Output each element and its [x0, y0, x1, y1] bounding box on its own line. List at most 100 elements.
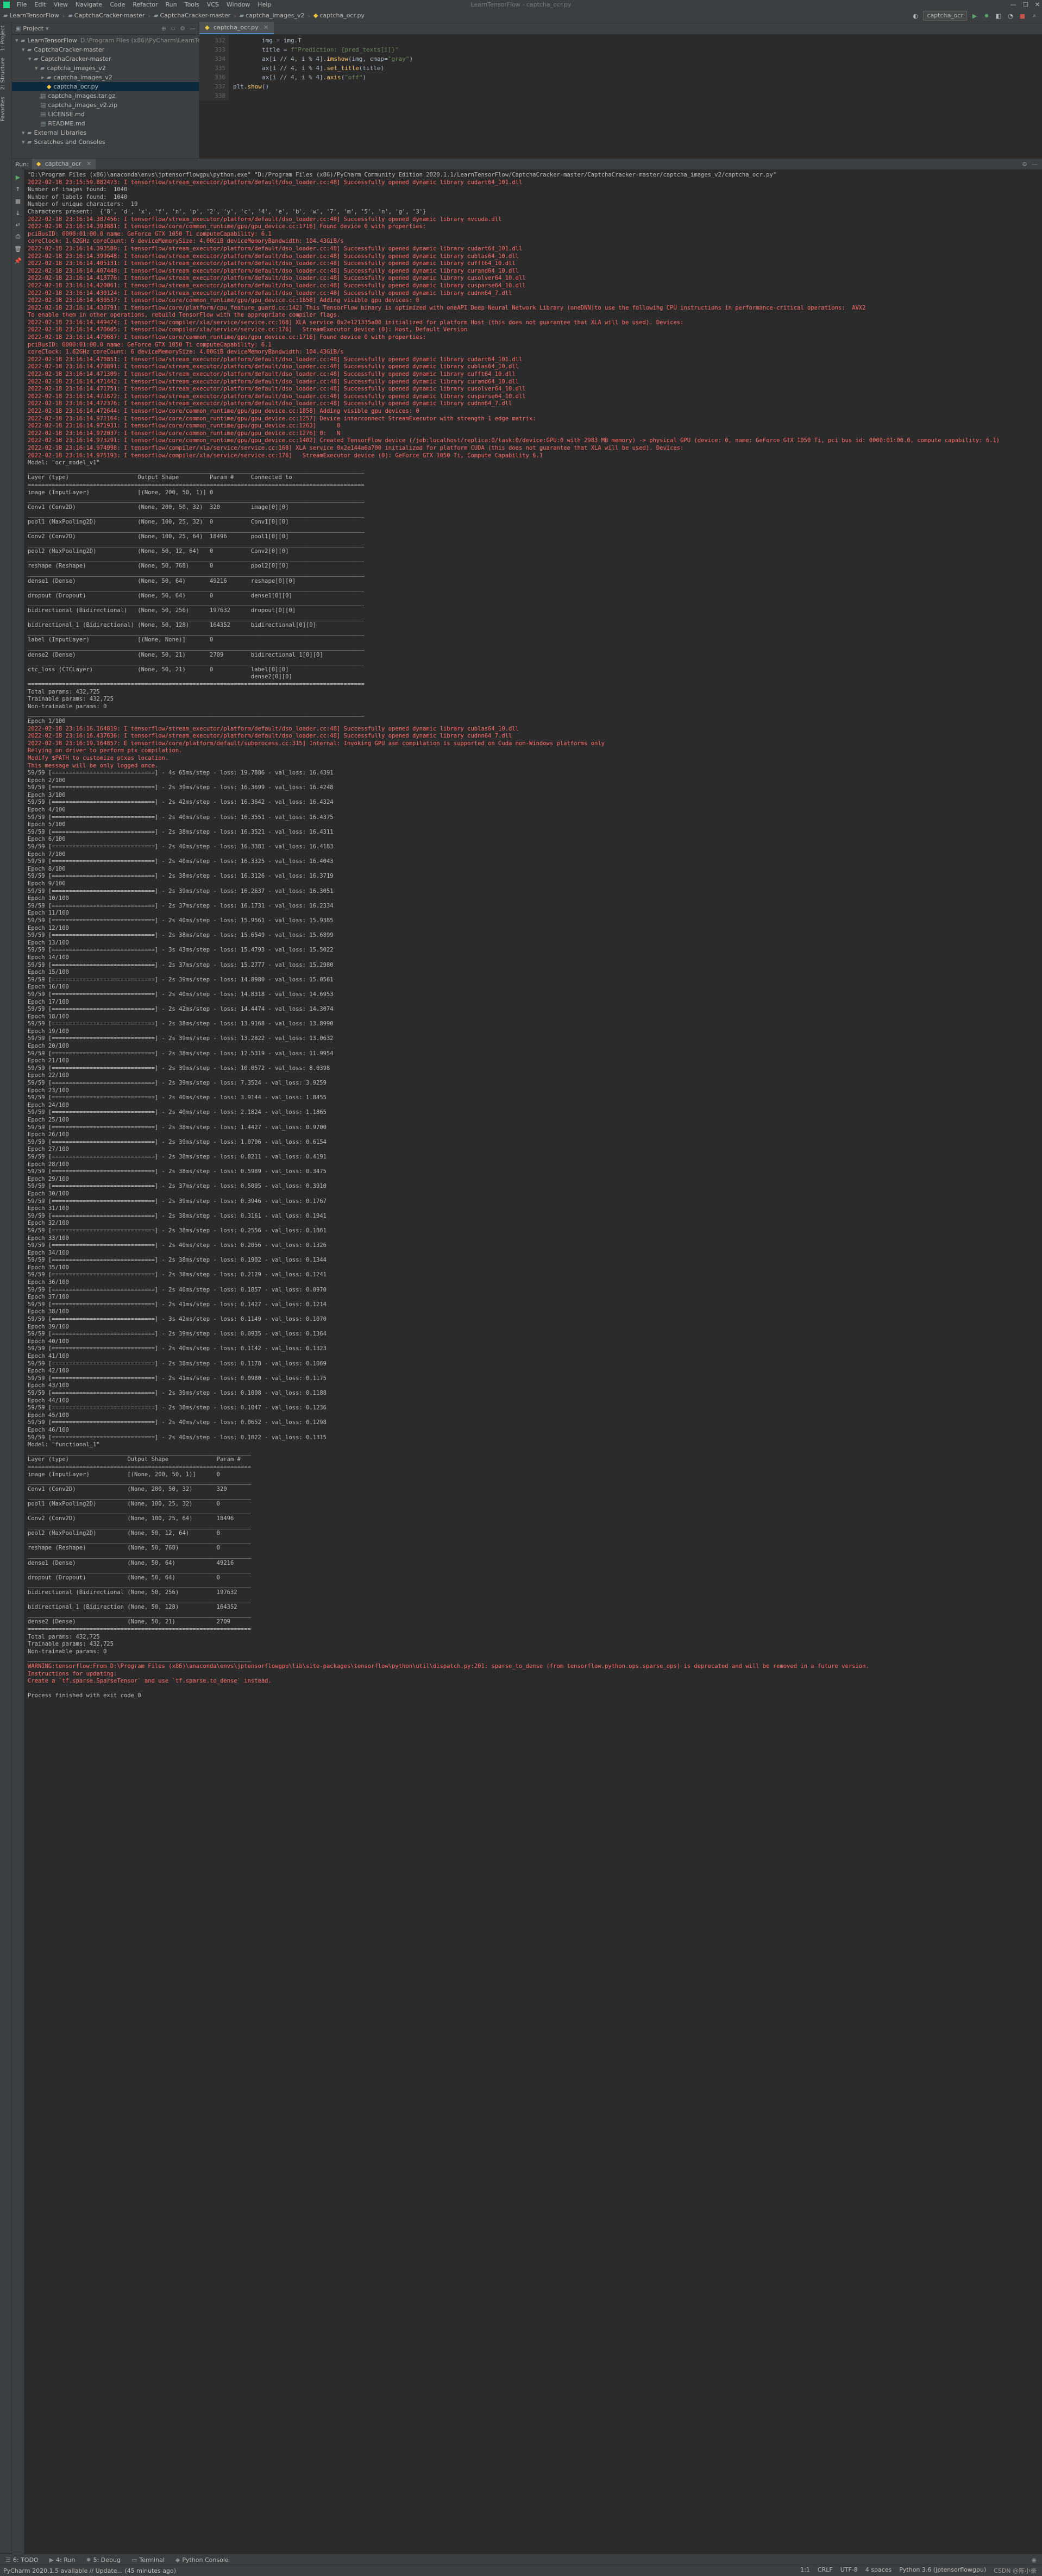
code-line[interactable]	[233, 91, 413, 100]
gear-icon[interactable]: ⚙	[1022, 161, 1027, 168]
folder-icon: ▰	[239, 12, 244, 19]
menu-item-window[interactable]: Window	[223, 0, 254, 10]
chevron-down-icon[interactable]: ▾	[22, 45, 27, 54]
tool-window-tab-terminal[interactable]: ▭ Terminal	[126, 2556, 170, 2564]
tool-window-tab-4-run[interactable]: ▶ 4: Run	[44, 2556, 81, 2564]
tree-item[interactable]: ▾ ▰ CaptchaCracker-master	[12, 45, 199, 54]
stop-icon[interactable]: ■	[14, 197, 22, 205]
chevron-down-icon[interactable]: ▾	[35, 64, 40, 73]
gear-icon[interactable]: ⚙	[180, 25, 185, 32]
indent-setting[interactable]: 4 spaces	[865, 2566, 892, 2575]
console-line: Epoch 21/100	[28, 1057, 69, 1065]
status-message[interactable]: PyCharm 2020.1.5 available // Update... …	[0, 2567, 176, 2574]
breadcrumb-item[interactable]: ▰ LearnTensorFlow	[0, 10, 62, 22]
soft-wrap-icon[interactable]: ↵	[14, 221, 22, 229]
coverage-icon[interactable]: ◧	[994, 11, 1003, 20]
tool-window-tab-6-todo[interactable]: ☰ 6: TODO	[0, 2556, 44, 2564]
tree-item[interactable]: ▾ ▰ Scratches and Consoles	[12, 137, 199, 147]
chevron-down-icon[interactable]: ▾	[22, 137, 27, 147]
breadcrumb-item[interactable]: ▰ CaptchaCracker-master	[65, 10, 148, 22]
tab-captcha-ocr[interactable]: ◆ captcha_ocr.py ✕	[199, 22, 274, 34]
run-configuration-select[interactable]: captcha_ocr	[923, 11, 967, 21]
file-encoding[interactable]: UTF-8	[840, 2566, 858, 2575]
maximize-icon[interactable]: ☐	[1023, 0, 1028, 10]
tool-window-favorites[interactable]: Favorites	[0, 93, 6, 124]
tree-item[interactable]: ▸ ▰ captcha_images_v2	[12, 73, 199, 82]
minimize-icon[interactable]: —	[1010, 0, 1016, 10]
menu-item-help[interactable]: Help	[254, 0, 275, 10]
menu-item-run[interactable]: Run	[162, 0, 181, 10]
code-line[interactable]: ax[i // 4, i % 4].axis("off")	[233, 73, 413, 82]
tool-window-tab-python-console[interactable]: ◆ Python Console	[170, 2556, 234, 2564]
tool-window-tab-5-debug[interactable]: ✹ 5: Debug	[80, 2556, 126, 2564]
event-log-tab[interactable]: ◉	[1026, 2556, 1042, 2564]
tree-item[interactable]: ▤ captcha_images_v2.zip	[12, 100, 199, 110]
close-tab-icon[interactable]: ✕	[263, 24, 268, 31]
tree-item[interactable]: ▤ LICENSE.md	[12, 110, 199, 119]
line-separator[interactable]: CRLF	[818, 2566, 833, 2575]
console-output[interactable]: "D:\Program Files (x86)\anaconda\envs\jp…	[24, 169, 1042, 2554]
code-text[interactable]: img = img.T title = f"Prediction: {pred_…	[229, 35, 413, 100]
project-panel-title[interactable]: Project	[23, 25, 43, 32]
menu-item-vcs[interactable]: VCS	[203, 0, 223, 10]
console-line: ========================================…	[28, 1626, 251, 1633]
console-line: ________________________________________…	[28, 1493, 251, 1500]
python-interpreter[interactable]: Python 3.6 (jptensorflowgpu)	[899, 2566, 986, 2575]
code-line[interactable]: img = img.T	[233, 36, 413, 45]
caret-position[interactable]: 1:1	[800, 2566, 810, 2575]
rerun-icon[interactable]: ▶	[14, 173, 22, 181]
code-line[interactable]: title = f"Prediction: {pred_texts[i]}"	[233, 45, 413, 54]
collapse-icon[interactable]: ≑	[171, 25, 175, 32]
pin-icon[interactable]: 📌	[14, 256, 22, 265]
stop-icon[interactable]: ■	[1018, 11, 1027, 20]
menu-item-file[interactable]: File	[13, 0, 30, 10]
menu-item-edit[interactable]: Edit	[30, 0, 49, 10]
chevron-down-icon[interactable]: ▸	[41, 73, 47, 82]
chevron-down-icon[interactable]: ▾	[15, 36, 21, 45]
print-icon[interactable]: ⎙	[14, 232, 22, 241]
locate-icon[interactable]: ⊕	[161, 25, 166, 32]
menu-item-tools[interactable]: Tools	[181, 0, 203, 10]
code-area[interactable]: 332 333 334 335 336 337 338 img = img.T title …	[199, 35, 1042, 100]
run-tab[interactable]: ◆ captcha_ocr ✕	[32, 159, 96, 169]
tree-item[interactable]: ▤ README.md	[12, 119, 199, 128]
hide-icon[interactable]: —	[190, 25, 196, 32]
tool-window-2-structure[interactable]: 2: Structure	[0, 54, 6, 93]
chevron-down-icon[interactable]: ▾	[22, 128, 27, 137]
breadcrumb-item[interactable]: ▰ captcha_images_v2	[236, 10, 308, 22]
console-line: Epoch 40/100	[28, 1338, 69, 1345]
menu-item-code[interactable]: Code	[106, 0, 129, 10]
search-icon[interactable]: ⌕	[1030, 11, 1039, 20]
run-icon[interactable]: ▶	[970, 11, 979, 20]
breadcrumb-item[interactable]: ◆ captcha_ocr.py	[310, 10, 368, 22]
code-line[interactable]: ax[i // 4, i % 4].imshow(img, cmap="gray…	[233, 54, 413, 64]
console-line: Epoch 30/100	[28, 1190, 69, 1197]
trash-icon[interactable]: 🗑	[14, 244, 22, 253]
console-line: 59/59 [==============================] -…	[28, 932, 334, 939]
breadcrumb-item[interactable]: ▰ CaptchaCracker-master	[150, 10, 234, 22]
user-icon[interactable]: ◐	[911, 11, 920, 20]
tree-item[interactable]: ▾ ▰ captcha_images_v2	[12, 64, 199, 73]
hide-icon[interactable]: —	[1032, 161, 1038, 168]
tree-item[interactable]: ▾ ▰ External Libraries	[12, 128, 199, 137]
tree-item[interactable]: ▾ ▰ LearnTensorFlow D:\Program Files (x86)\…	[12, 36, 228, 45]
code-line[interactable]: plt.show()	[233, 82, 413, 91]
debug-icon[interactable]: ✹	[982, 11, 991, 20]
tool-window-1-project[interactable]: 1: Project	[0, 22, 6, 54]
chevron-down-icon[interactable]: ▾	[28, 54, 34, 64]
close-tab-icon[interactable]: ✕	[86, 160, 91, 167]
profile-icon[interactable]: ◔	[1006, 11, 1015, 20]
tree-item[interactable]: ◆ captcha_ocr.py	[12, 82, 199, 91]
menu-item-navigate[interactable]: Navigate	[72, 0, 106, 10]
menu-item-refactor[interactable]: Refactor	[129, 0, 161, 10]
down-arrow-icon[interactable]: ↓	[14, 209, 22, 217]
console-text[interactable]: "D:\Program Files (x86)\anaconda\envs\jp…	[24, 169, 1042, 1700]
close-icon[interactable]: ✕	[1035, 0, 1040, 10]
menu-item-view[interactable]: View	[50, 0, 72, 10]
tree-item-label: captcha_images.tar.gz	[48, 92, 116, 99]
chevron-down-icon[interactable]: ▾	[46, 25, 49, 32]
tree-item[interactable]: ▤ captcha_images.tar.gz	[12, 91, 199, 100]
up-arrow-icon[interactable]: ↑	[14, 185, 22, 193]
tree-item[interactable]: ▾ ▰ CaptchaCracker-master	[12, 54, 199, 64]
code-line[interactable]: ax[i // 4, i % 4].set_title(title)	[233, 64, 413, 73]
